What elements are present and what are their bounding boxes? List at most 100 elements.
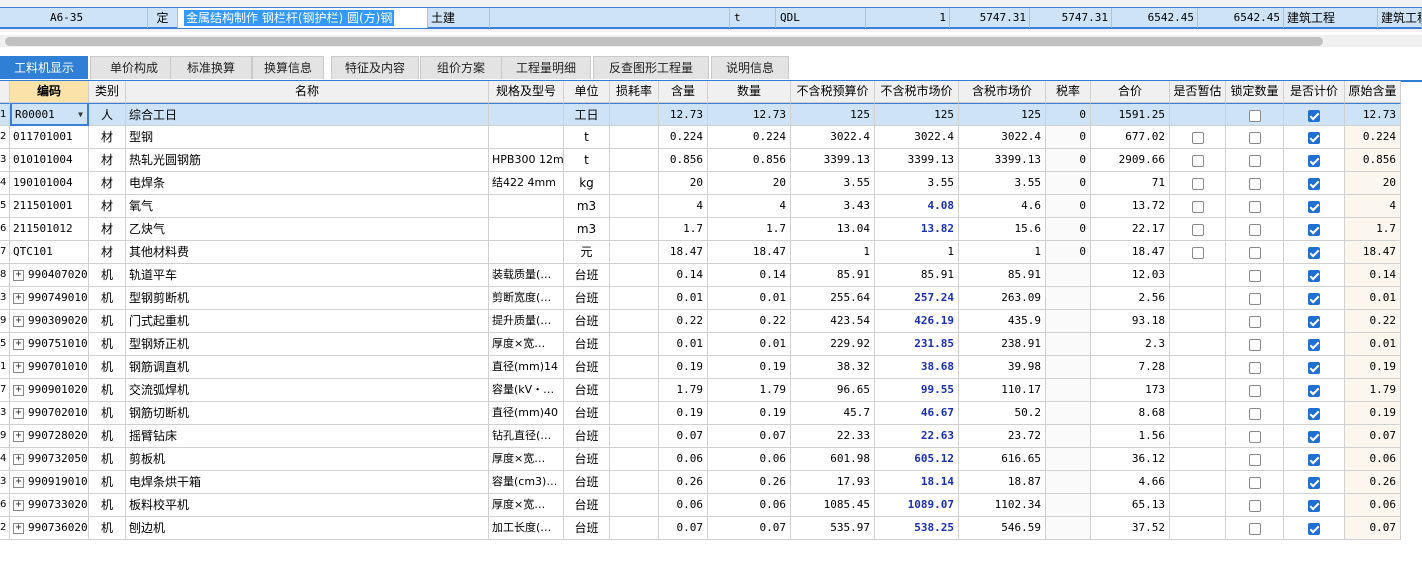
spec-cell[interactable]: HPB300 12mm [489, 149, 564, 172]
col-header-total[interactable]: 合价 [1091, 81, 1170, 103]
name-cell[interactable]: 综合工日 [126, 103, 489, 126]
expand-icon[interactable]: + [13, 315, 24, 327]
tax-market-price-cell[interactable]: 435.9 [959, 310, 1046, 333]
tax-rate-cell[interactable] [1046, 310, 1091, 333]
market-price-cell[interactable]: 4.08 [875, 195, 959, 218]
priced-checkbox[interactable] [1308, 522, 1320, 535]
market-price-cell[interactable]: 125 [875, 103, 959, 126]
content-cell[interactable]: 0.14 [659, 264, 708, 287]
tax-market-price-cell[interactable]: 546.59 [959, 517, 1046, 540]
original-content-cell[interactable]: 0.06 [1345, 494, 1401, 517]
lock-qty-checkbox[interactable] [1248, 109, 1261, 122]
content-cell[interactable]: 0.22 [659, 310, 708, 333]
provisional-checkbox[interactable] [1191, 223, 1204, 236]
col-header-market-price[interactable]: 不含税市场价 [875, 81, 959, 103]
loss-rate-cell[interactable] [610, 379, 659, 402]
tax-market-price-cell[interactable]: 125 [959, 103, 1046, 126]
code-cell[interactable]: +990919010 [10, 471, 89, 494]
spec-cell[interactable]: 直径(mm)14 [489, 356, 564, 379]
original-content-cell[interactable]: 0.01 [1345, 287, 1401, 310]
priced-checkbox[interactable] [1308, 476, 1320, 489]
budget-price-cell[interactable]: 22.33 [791, 425, 875, 448]
tax-rate-cell[interactable]: 0 [1046, 241, 1091, 264]
col-header-original-content[interactable]: 原始含量 [1345, 81, 1401, 103]
code-cell[interactable]: +990732050 [10, 448, 89, 471]
tax-market-price-cell[interactable]: 18.87 [959, 471, 1046, 494]
parent-price-2[interactable]: 5747.31 [1030, 8, 1112, 28]
market-price-cell[interactable]: 18.14 [875, 471, 959, 494]
original-content-cell[interactable]: 4 [1345, 195, 1401, 218]
category-cell[interactable]: 机 [89, 356, 126, 379]
category-cell[interactable]: 人 [89, 103, 126, 126]
total-cell[interactable]: 7.28 [1091, 356, 1170, 379]
expand-icon[interactable]: + [13, 384, 24, 396]
spec-cell[interactable]: 直径(mm)40 [489, 402, 564, 425]
budget-price-cell[interactable]: 3022.4 [791, 126, 875, 149]
tab-notes[interactable]: 说明信息 [711, 56, 789, 79]
lock-qty-checkbox[interactable] [1248, 131, 1261, 144]
market-price-cell[interactable]: 3.55 [875, 172, 959, 195]
content-cell[interactable]: 12.73 [659, 103, 708, 126]
tax-market-price-cell[interactable]: 3399.13 [959, 149, 1046, 172]
tax-market-price-cell[interactable]: 263.09 [959, 287, 1046, 310]
original-content-cell[interactable]: 0.07 [1345, 425, 1401, 448]
name-cell[interactable]: 钢筋调直机 [126, 356, 489, 379]
budget-price-cell[interactable]: 85.91 [791, 264, 875, 287]
name-cell[interactable]: 门式起重机 [126, 310, 489, 333]
col-header-name[interactable]: 名称 [126, 81, 489, 103]
provisional-checkbox[interactable] [1191, 131, 1204, 144]
spec-cell[interactable]: 容量(cm3)… [489, 471, 564, 494]
tax-rate-cell[interactable] [1046, 517, 1091, 540]
unit-cell[interactable]: m3 [564, 195, 610, 218]
content-cell[interactable]: 0.19 [659, 356, 708, 379]
category-cell[interactable]: 机 [89, 264, 126, 287]
unit-cell[interactable]: m3 [564, 218, 610, 241]
market-price-cell[interactable]: 3022.4 [875, 126, 959, 149]
unit-cell[interactable]: 台班 [564, 356, 610, 379]
name-cell[interactable]: 电焊条 [126, 172, 489, 195]
parent-quota-row[interactable]: A6-35 定 金属结构制作 钢栏杆(钢护栏) 圆(方)钢 土建 t QDL 1… [0, 7, 1422, 29]
col-header-tax-rate[interactable]: 税率 [1046, 81, 1091, 103]
total-cell[interactable]: 18.47 [1091, 241, 1170, 264]
dropdown-arrow-icon[interactable]: ▼ [78, 104, 83, 124]
code-cell[interactable]: +990309020 [10, 310, 89, 333]
lock-qty-checkbox[interactable] [1248, 315, 1261, 328]
lock-qty-checkbox[interactable] [1248, 499, 1261, 512]
parent-price-1[interactable]: 5747.31 [950, 8, 1030, 28]
original-content-cell[interactable]: 0.14 [1345, 264, 1401, 287]
quantity-cell[interactable]: 0.06 [708, 494, 791, 517]
spec-cell[interactable]: 厚度×宽… [489, 448, 564, 471]
expand-icon[interactable]: + [13, 361, 24, 373]
spec-cell[interactable]: 加工长度(… [489, 517, 564, 540]
tax-rate-cell[interactable] [1046, 333, 1091, 356]
spec-cell[interactable]: 提升质量(… [489, 310, 564, 333]
tax-rate-cell[interactable] [1046, 494, 1091, 517]
spec-cell[interactable]: 结422 4mm [489, 172, 564, 195]
original-content-cell[interactable]: 20 [1345, 172, 1401, 195]
market-price-cell[interactable]: 38.68 [875, 356, 959, 379]
loss-rate-cell[interactable] [610, 425, 659, 448]
category-cell[interactable]: 机 [89, 494, 126, 517]
content-cell[interactable]: 4 [659, 195, 708, 218]
budget-price-cell[interactable]: 423.54 [791, 310, 875, 333]
category-cell[interactable]: 机 [89, 402, 126, 425]
category-cell[interactable]: 材 [89, 149, 126, 172]
tax-market-price-cell[interactable]: 1102.34 [959, 494, 1046, 517]
tax-market-price-cell[interactable]: 23.72 [959, 425, 1046, 448]
lock-qty-checkbox[interactable] [1248, 246, 1261, 259]
total-cell[interactable]: 93.18 [1091, 310, 1170, 333]
unit-cell[interactable]: 台班 [564, 471, 610, 494]
name-cell[interactable]: 热轧光圆钢筋 [126, 149, 489, 172]
expand-icon[interactable]: + [13, 522, 24, 534]
tax-market-price-cell[interactable]: 3.55 [959, 172, 1046, 195]
content-cell[interactable]: 0.856 [659, 149, 708, 172]
content-cell[interactable]: 0.01 [659, 287, 708, 310]
loss-rate-cell[interactable] [610, 494, 659, 517]
code-cell[interactable]: 011701001 [10, 126, 89, 149]
parent-code[interactable]: A6-35 [0, 8, 148, 28]
tax-rate-cell[interactable] [1046, 287, 1091, 310]
budget-price-cell[interactable]: 17.93 [791, 471, 875, 494]
original-content-cell[interactable]: 0.22 [1345, 310, 1401, 333]
category-cell[interactable]: 机 [89, 379, 126, 402]
market-price-cell[interactable]: 538.25 [875, 517, 959, 540]
